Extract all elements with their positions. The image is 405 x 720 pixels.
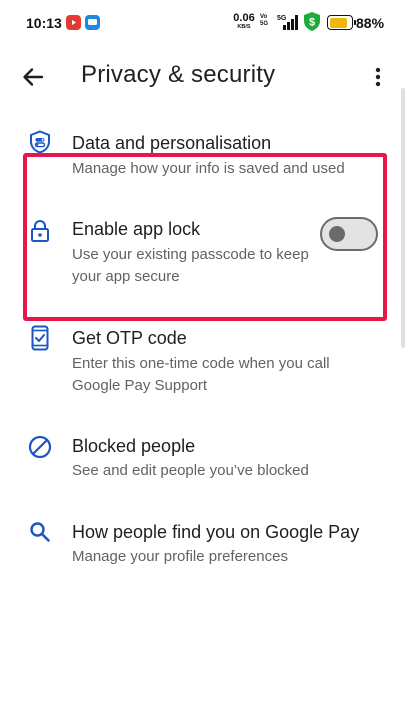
find-you-item[interactable]: How people find you on Google Pay Manage… bbox=[0, 516, 405, 572]
get-otp-code-item[interactable]: Get OTP code Enter this one-time code wh… bbox=[0, 322, 405, 402]
network-speed-value: 0.06 bbox=[233, 12, 255, 24]
app-lock-toggle[interactable] bbox=[320, 217, 378, 251]
item-subtitle: Manage your profile preferences bbox=[72, 548, 288, 565]
data-personalisation-item[interactable]: Data and personalisation Manage how your… bbox=[0, 128, 405, 184]
security-shield-icon: $ bbox=[304, 12, 320, 36]
item-title: Get OTP code bbox=[72, 328, 187, 348]
arrow-left-icon bbox=[23, 68, 44, 86]
blocked-people-item[interactable]: Blocked people See and edit people you’v… bbox=[0, 430, 405, 486]
block-icon bbox=[28, 435, 52, 459]
battery-fill bbox=[329, 17, 348, 28]
app-bar: Privacy & security bbox=[0, 46, 405, 108]
toggle-knob bbox=[329, 226, 345, 242]
more-vert-icon bbox=[375, 67, 381, 87]
more-options-button[interactable] bbox=[364, 62, 392, 92]
search-icon bbox=[28, 520, 52, 544]
status-bar: 10:13 0.06 KB/S Vo 5G 5G $ 88% bbox=[0, 0, 405, 46]
item-subtitle: Use your existing passcode to keep your … bbox=[72, 246, 309, 285]
item-title: How people find you on Google Pay bbox=[72, 522, 360, 542]
volte-line-1: Vo bbox=[260, 14, 268, 20]
item-title: Blocked people bbox=[72, 436, 196, 456]
item-title: Data and personalisation bbox=[72, 133, 272, 153]
item-subtitle: Enter this one-time code when you call G… bbox=[72, 355, 330, 394]
volte-indicator: Vo 5G bbox=[260, 14, 268, 28]
network-speed: 0.06 KB/S bbox=[232, 13, 256, 31]
svg-text:$: $ bbox=[309, 17, 315, 29]
battery-icon bbox=[327, 15, 356, 30]
network-speed-unit: KB/S bbox=[237, 24, 251, 30]
network-type-label: 5G bbox=[277, 15, 287, 22]
youtube-notification-icon bbox=[66, 15, 81, 30]
signal-icon: 5G bbox=[277, 13, 301, 36]
back-button[interactable] bbox=[16, 60, 50, 94]
item-title: Enable app lock bbox=[72, 219, 201, 239]
phone-check-icon bbox=[28, 325, 52, 351]
battery-percent: 88% bbox=[356, 15, 385, 31]
item-subtitle: See and edit people you’ve blocked bbox=[72, 462, 309, 479]
item-subtitle: Manage how your info is saved and used bbox=[72, 160, 345, 177]
page-title: Privacy & security bbox=[81, 61, 276, 88]
shield-toggle-icon bbox=[28, 130, 52, 154]
volte-line-2: 5G bbox=[260, 21, 269, 27]
status-time: 10:13 bbox=[26, 15, 62, 31]
messages-notification-icon bbox=[85, 15, 100, 30]
lock-icon bbox=[28, 219, 52, 243]
